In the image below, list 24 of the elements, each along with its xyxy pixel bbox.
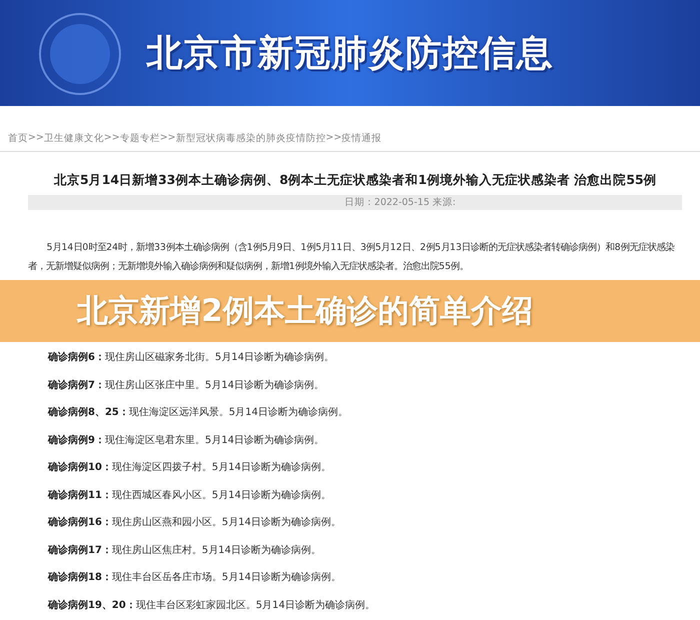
case-entry: 确诊病例8、25：现住海淀区远洋风景。5月14日诊断为确诊病例。 [48, 406, 349, 420]
case-entry: 确诊病例9：现住海淀区皂君东里。5月14日诊断为确诊病例。 [48, 434, 326, 448]
case-entry: 确诊病例17：现住房山区焦庄村。5月14日诊断为确诊病例。 [48, 544, 322, 558]
breadcrumb-link[interactable]: 新型冠状病毒感染的肺炎疫情防控 [176, 132, 326, 145]
breadcrumb-link[interactable]: 首页 [8, 132, 28, 145]
case-entry: 确诊病例7：现住房山区张庄中里。5月14日诊断为确诊病例。 [48, 378, 326, 392]
case-entry: 确诊病例6：现住房山区磁家务北街。5月14日诊断为确诊病例。 [48, 350, 336, 365]
case-entry: 确诊病例18：现住丰台区岳各庄市场。5月14日诊断为确诊病例。 [48, 570, 342, 585]
breadcrumb-link[interactable]: 卫生健康文化 [44, 132, 104, 145]
breadcrumb-separator: >> [28, 132, 44, 145]
case-entry: 确诊病例19、20：现住丰台区彩虹家园北区。5月14日诊断为确诊病例。 [48, 598, 376, 612]
breadcrumb-separator: >> [160, 132, 176, 145]
case-entry: 确诊病例11：现住西城区春风小区。5月14日诊断为确诊病例。 [48, 488, 332, 502]
article-date: 日期：2022-05-15 来源: [343, 196, 456, 209]
case-entry: 确诊病例10：现住海淀区四拨子村。5月14日诊断为确诊病例。 [48, 460, 332, 475]
case-entry: 确诊病例16：现住房山区燕和园小区。5月14日诊断为确诊病例。 [48, 516, 342, 530]
article-paragraph: 5月14日0时至24时，新增33例本土确诊病例（含1例5月9日、1例5月11日、3例5月12日、2例5月13日诊断的无症状感染者转确诊病例）和8例无症状感染者，无新增疑似病例；无新增境外输入确诊病例和疑似病例，新增1例境外输入无症状感染者。治愈出院55例。 [28, 241, 676, 274]
breadcrumb-link[interactable]: 疫情通报 [342, 132, 382, 145]
breadcrumb-separator: >> [104, 132, 120, 145]
caption-text: 北京新增2例本土确诊的简单介绍 [77, 292, 534, 331]
breadcrumb-separator: >> [326, 132, 342, 145]
breadcrumb-link[interactable]: 专题专栏 [120, 132, 160, 145]
site-title: 北京市新冠肺炎防控信息 [146, 32, 554, 76]
article-title: 北京5月14日新增33例本土确诊病例、8例本土无症状感染者和1例境外输入无症状感染者 治愈出院55例 [54, 172, 658, 189]
